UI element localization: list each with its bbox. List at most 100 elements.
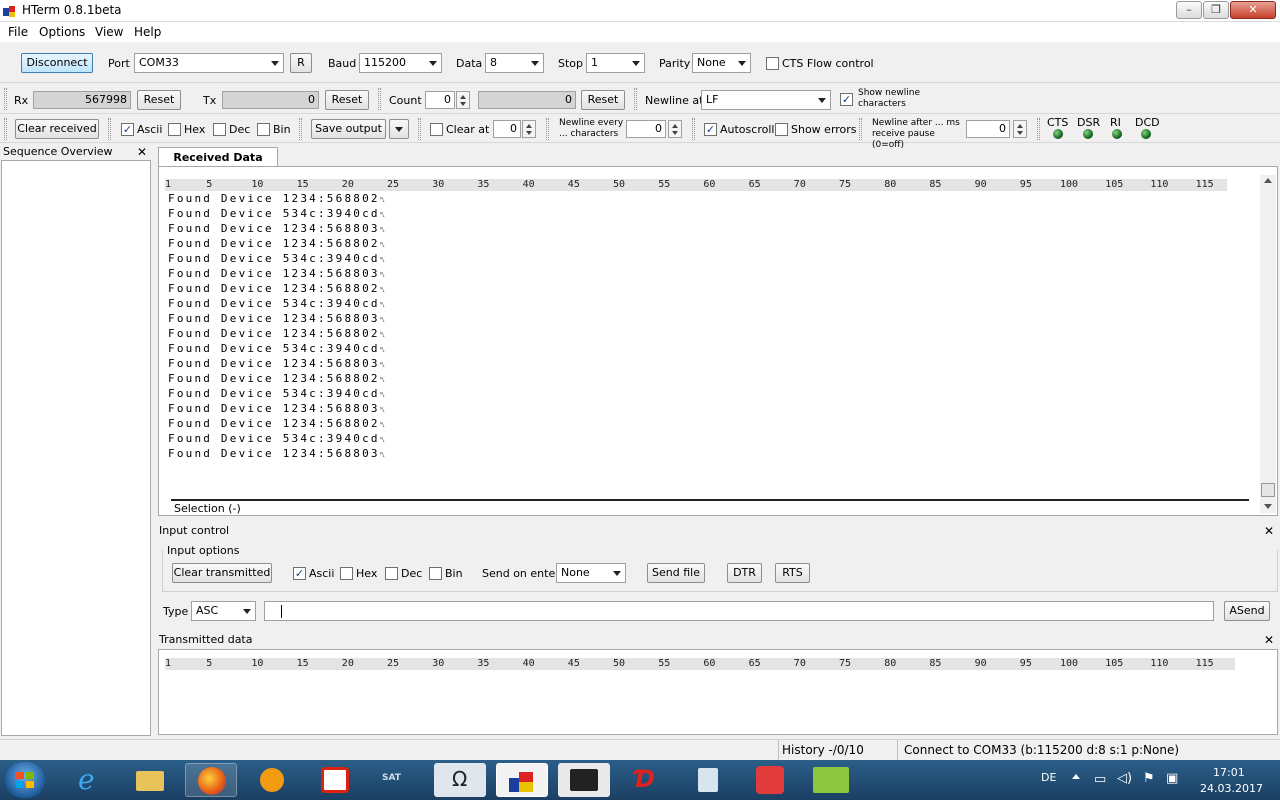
data-bits-select[interactable]: 8 <box>485 53 544 73</box>
newline-after-input[interactable]: 0 <box>966 120 1010 138</box>
rx-reset-button[interactable]: Reset <box>137 90 181 110</box>
bin-checkbox[interactable] <box>257 123 270 136</box>
type-select[interactable]: ASC <box>191 601 256 621</box>
show-errors-checkbox[interactable] <box>775 123 788 136</box>
dec-checkbox[interactable] <box>213 123 226 136</box>
menu-help[interactable]: Help <box>134 25 161 39</box>
toolbar-grip[interactable] <box>108 118 111 140</box>
windows-start-icon[interactable] <box>5 762 45 798</box>
calculator-icon[interactable] <box>682 763 734 797</box>
volume-tray-icon[interactable]: ◁) <box>1117 771 1132 786</box>
clear-at-input[interactable]: 0 <box>493 120 521 138</box>
network-tray-icon[interactable]: ▭ <box>1094 772 1106 787</box>
clear-transmitted-button[interactable]: Clear transmitted <box>172 563 272 583</box>
hex-checkbox[interactable] <box>168 123 181 136</box>
newline-at-select[interactable]: LF <box>701 90 831 110</box>
ruler-tick-label: 15 <box>296 658 309 669</box>
tx-reset-button[interactable]: Reset <box>325 90 369 110</box>
display-tray-icon[interactable]: ▣ <box>1166 771 1178 786</box>
hterm-taskbar-icon[interactable] <box>496 763 548 797</box>
save-output-button[interactable]: Save output <box>311 119 386 139</box>
toolbar-grip[interactable] <box>378 88 381 110</box>
input-hex-checkbox[interactable] <box>340 567 353 580</box>
scroll-down-icon[interactable] <box>1264 504 1272 509</box>
count-reset-button[interactable]: Reset <box>581 90 625 110</box>
flag-tray-icon[interactable]: ⚑ <box>1143 771 1155 786</box>
close-button[interactable]: ✕ <box>1230 1 1276 19</box>
toolbar-grip[interactable] <box>634 88 637 110</box>
send-on-enter-select[interactable]: None <box>556 563 626 583</box>
newline-after-stepper[interactable] <box>1013 120 1027 138</box>
close-icon[interactable]: ✕ <box>1264 524 1274 538</box>
newline-marker-icon: ␤ <box>379 211 386 219</box>
toolbar-grip[interactable] <box>1037 118 1040 140</box>
toolbar-grip[interactable] <box>418 118 421 140</box>
close-icon[interactable]: ✕ <box>1264 633 1274 647</box>
input-bin-checkbox[interactable] <box>429 567 442 580</box>
ccleaner-icon[interactable] <box>309 763 361 797</box>
cts-flow-checkbox[interactable] <box>766 57 779 70</box>
raspberry-app-icon[interactable] <box>744 763 796 797</box>
maximize-button[interactable]: ❐ <box>1203 1 1229 19</box>
minimize-button[interactable]: – <box>1176 1 1202 19</box>
altium-icon[interactable]: Ɗ <box>620 763 672 797</box>
input-dec-checkbox[interactable] <box>385 567 398 580</box>
count-input[interactable]: 0 <box>425 91 455 109</box>
parity-select[interactable]: None <box>692 53 751 73</box>
show-newline-checkbox[interactable]: ✓ <box>840 93 853 106</box>
menu-file[interactable]: File <box>8 25 28 39</box>
tab-received-data[interactable]: Received Data <box>158 147 278 167</box>
ascii-checkbox[interactable]: ✓ <box>121 123 134 136</box>
port-select[interactable]: COM33 <box>134 53 284 73</box>
tray-expand-icon[interactable] <box>1072 774 1080 779</box>
newline-every-input[interactable]: 0 <box>626 120 666 138</box>
dtr-button[interactable]: DTR <box>727 563 762 583</box>
autoscroll-checkbox[interactable]: ✓ <box>704 123 717 136</box>
firefox-icon[interactable] <box>185 763 237 797</box>
rts-button[interactable]: RTS <box>775 563 810 583</box>
scroll-up-icon[interactable] <box>1264 178 1272 183</box>
satlive-icon[interactable]: SAT <box>370 763 422 797</box>
stop-bits-select[interactable]: 1 <box>586 53 645 73</box>
scrollbar[interactable] <box>1260 175 1276 513</box>
ruler-tick-label: 30 <box>432 179 445 190</box>
media-player-icon[interactable] <box>246 763 298 797</box>
baud-select[interactable]: 115200 <box>359 53 442 73</box>
language-indicator[interactable]: DE <box>1041 771 1056 784</box>
clock-date[interactable]: 24.03.2017 <box>1200 782 1263 795</box>
menu-options[interactable]: Options <box>39 25 85 39</box>
received-data-view[interactable]: 1 5 10 15 20 25 30 35 40 45 50 55 60 65 70 75 80 85 90 95 10… <box>158 166 1278 516</box>
disconnect-button[interactable]: Disconnect <box>21 53 93 73</box>
sequence-list[interactable] <box>1 160 151 736</box>
toolbar-grip[interactable] <box>4 118 7 140</box>
toolbar-grip[interactable] <box>692 118 695 140</box>
menu-bar: File Options View Help <box>0 22 1280 42</box>
newline-marker-icon: ␤ <box>379 361 386 369</box>
terminal-app-icon[interactable] <box>558 763 610 797</box>
clear-at-stepper[interactable] <box>522 120 536 138</box>
omega-app-icon[interactable]: Ω <box>434 763 486 797</box>
transmitted-data-view[interactable]: 1 5 10 15 20 25 30 35 40 45 50 55 60 65 70 75 80 85 90 95 10… <box>158 649 1278 735</box>
internet-explorer-icon[interactable]: e <box>65 763 117 797</box>
input-ascii-checkbox[interactable]: ✓ <box>293 567 306 580</box>
count-stepper[interactable] <box>456 91 470 109</box>
selection-label: Selection (-) <box>174 502 241 515</box>
asend-button[interactable]: ASend <box>1224 601 1270 621</box>
send-file-button[interactable]: Send file <box>647 563 705 583</box>
clear-at-checkbox[interactable] <box>430 123 443 136</box>
refresh-ports-button[interactable]: R <box>290 53 312 73</box>
toolbar-grip[interactable] <box>4 88 7 110</box>
clock-time[interactable]: 17:01 <box>1213 766 1245 779</box>
send-input[interactable] <box>264 601 1214 621</box>
toolbar-grip[interactable] <box>546 118 549 140</box>
toolbar-grip[interactable] <box>859 118 862 140</box>
close-icon[interactable]: ✕ <box>137 145 147 159</box>
toolbar-grip[interactable] <box>299 118 302 140</box>
save-output-menu-button[interactable] <box>389 119 409 139</box>
newline-every-stepper[interactable] <box>668 120 682 138</box>
ecue-icon[interactable] <box>805 763 857 797</box>
scroll-thumb[interactable] <box>1261 483 1275 497</box>
menu-view[interactable]: View <box>95 25 123 39</box>
file-explorer-icon[interactable] <box>124 763 176 797</box>
clear-received-button[interactable]: Clear received <box>15 119 99 139</box>
